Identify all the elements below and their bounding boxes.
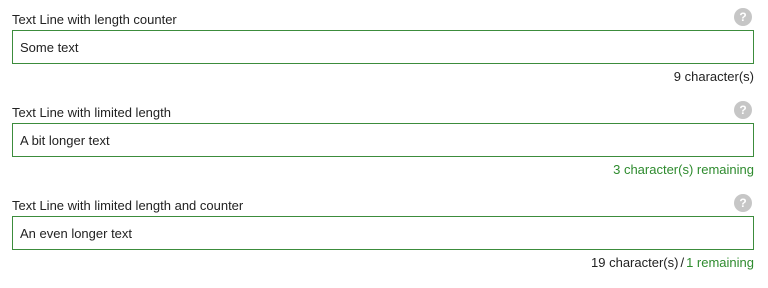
character-counter: 19 character(s)/1 remaining: [12, 255, 754, 271]
character-counter: 3 character(s) remaining: [12, 162, 754, 178]
character-counter: 9 character(s): [12, 69, 754, 85]
text-field-limited-length-counter: Text Line with limited length and counte…: [12, 194, 754, 271]
field-header: Text Line with limited length and counte…: [12, 194, 754, 216]
text-field-length-counter: Text Line with length counter ? 9 charac…: [12, 8, 754, 85]
help-icon[interactable]: ?: [734, 8, 752, 26]
help-icon[interactable]: ?: [734, 194, 752, 212]
field-label: Text Line with limited length: [12, 105, 171, 120]
text-field-limited-length: Text Line with limited length ? 3 charac…: [12, 101, 754, 178]
field-header: Text Line with length counter ?: [12, 8, 754, 30]
text-input-limited-length[interactable]: [12, 123, 754, 157]
character-count: 9 character(s): [673, 69, 754, 84]
characters-remaining: 3 character(s) remaining: [613, 162, 754, 177]
field-label: Text Line with length counter: [12, 12, 177, 27]
character-count: 19 character(s): [591, 255, 679, 270]
field-header: Text Line with limited length ?: [12, 101, 754, 123]
text-input-length-counter[interactable]: [12, 30, 754, 64]
help-icon[interactable]: ?: [734, 101, 752, 119]
text-input-limited-length-counter[interactable]: [12, 216, 754, 250]
counter-separator: /: [680, 255, 685, 270]
field-label: Text Line with limited length and counte…: [12, 198, 244, 213]
characters-remaining: 1 remaining: [686, 255, 754, 270]
